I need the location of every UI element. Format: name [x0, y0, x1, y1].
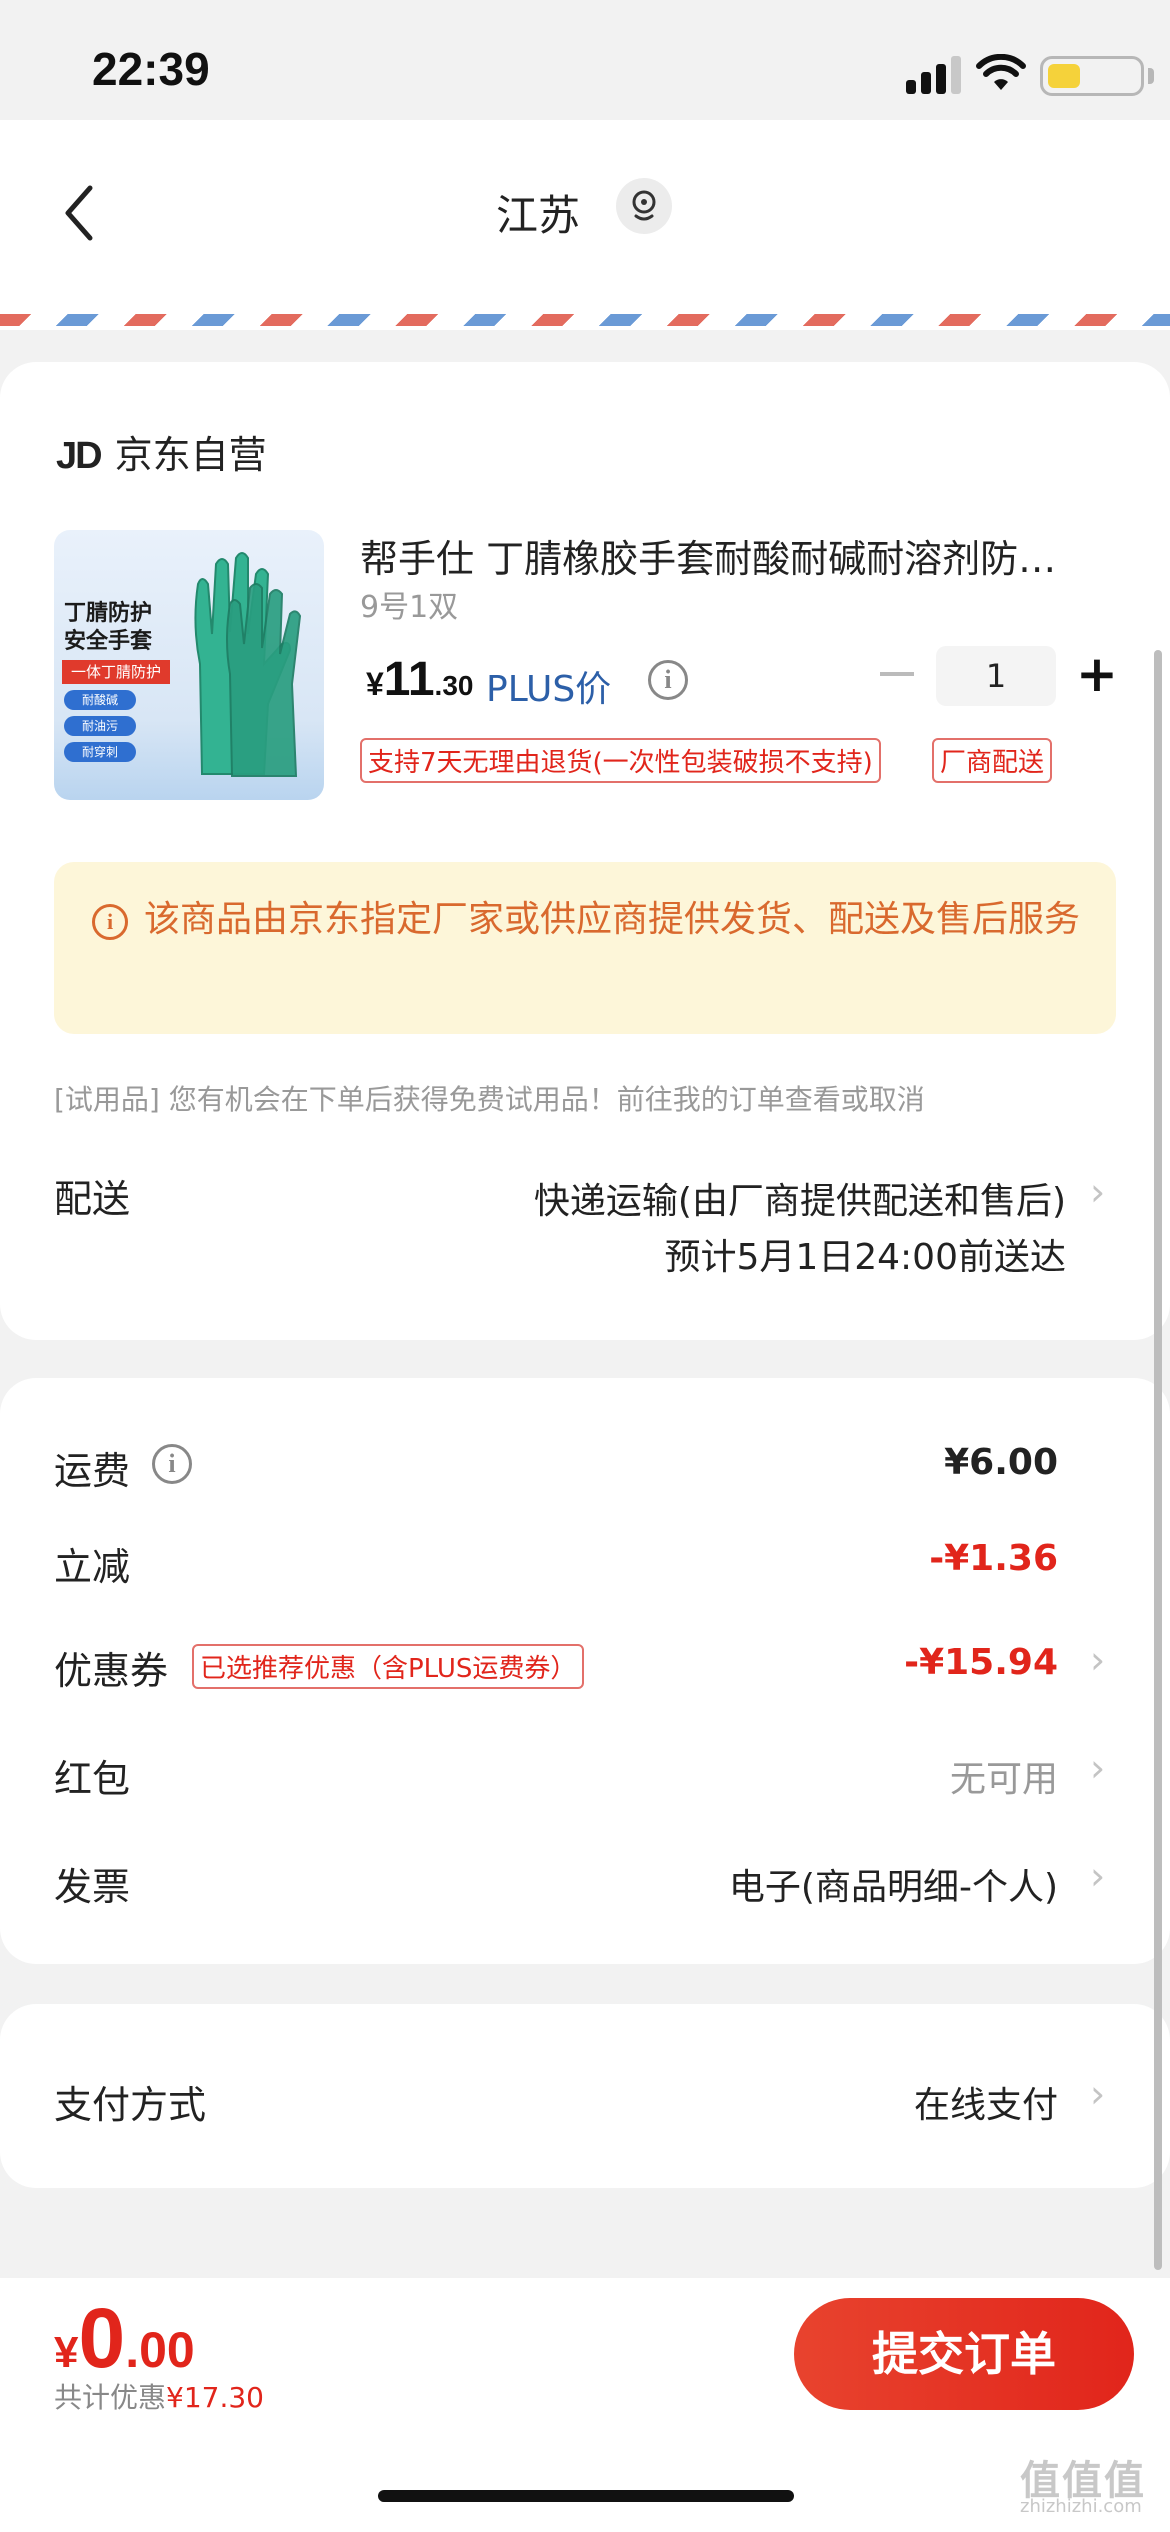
- payment-method-value[interactable]: 在线支付: [700, 2076, 1058, 2128]
- jd-logo: JD: [56, 435, 103, 477]
- coupon-value[interactable]: -¥15.94: [700, 1642, 1058, 1683]
- battery-icon: [1040, 56, 1144, 96]
- payment-method-label: 支付方式: [54, 2083, 207, 2127]
- product-image-feature-1: 耐酸碱: [64, 690, 136, 710]
- wifi-icon: [976, 54, 1026, 90]
- product-spec: 9号1双: [360, 590, 459, 625]
- quantity-input[interactable]: 1: [936, 646, 1056, 706]
- shop-name[interactable]: JD 京东自营: [56, 424, 267, 479]
- payment-chevron-icon[interactable]: ›: [1090, 2072, 1105, 2116]
- product-image-feature-3: 耐穿刺: [64, 742, 136, 762]
- battery-cap: [1148, 68, 1154, 84]
- invoice-chevron-icon[interactable]: ›: [1090, 1854, 1105, 1898]
- product-image-headline: 丁腈防护 安全手套: [64, 601, 153, 654]
- return-policy-tag: 支持7天无理由退货(一次性包装破损不支持): [360, 738, 881, 783]
- red-packet-label: 红包: [54, 1757, 131, 1801]
- product-title[interactable]: 帮手仕 丁腈橡胶手套耐酸耐碱耐溶剂防…: [360, 528, 1100, 583]
- scrollbar[interactable]: [1154, 650, 1162, 2270]
- quantity-decrease-button[interactable]: [880, 672, 914, 676]
- plus-price-label: PLUS价: [486, 669, 612, 710]
- trial-product-note[interactable]: [试用品] 您有机会在下单后获得免费试用品！前往我的订单查看或取消: [54, 1078, 925, 1118]
- airmail-stripe: [0, 314, 1170, 326]
- glove-illustration: [194, 552, 302, 777]
- vendor-delivery-tag: 厂商配送: [932, 738, 1053, 783]
- discount-label: 立减: [54, 1545, 131, 1589]
- shipping-info-icon[interactable]: i: [152, 1444, 192, 1484]
- submit-order-button[interactable]: 提交订单: [794, 2298, 1134, 2410]
- location-title[interactable]: 江苏: [496, 182, 580, 243]
- quantity-increase-button[interactable]: +: [1076, 644, 1118, 704]
- delivery-eta: 预计5月1日24:00前送达: [664, 1237, 1066, 1278]
- delivery-method[interactable]: 快递运输(由厂商提供配送和售后): [340, 1172, 1066, 1224]
- coupon-chevron-icon[interactable]: ›: [1090, 1638, 1105, 1682]
- product-image-banner: 一体丁腈防护: [62, 660, 170, 684]
- location-pin-icon[interactable]: [616, 178, 672, 234]
- coupon-label: 优惠券: [54, 1649, 169, 1693]
- product-image-feature-2: 耐油污: [64, 716, 136, 736]
- cellular-signal-icon: [906, 56, 962, 94]
- total-price: ¥0.00: [54, 2291, 195, 2385]
- shop-label: 京东自营: [114, 433, 267, 477]
- invoice-value[interactable]: 电子(商品明细-个人): [560, 1858, 1058, 1910]
- shipping-fee-label: 运费: [54, 1449, 131, 1493]
- watermark-url: zhizhizhi.com: [1020, 2496, 1142, 2517]
- invoice-label: 发票: [54, 1865, 131, 1909]
- discount-value: -¥1.36: [929, 1538, 1058, 1579]
- product-price: ¥11.30: [366, 653, 474, 706]
- product-image[interactable]: 丁腈防护 安全手套 一体丁腈防护 耐酸碱 耐油污 耐穿刺: [54, 530, 324, 800]
- address-card-edge: [0, 290, 1170, 314]
- notice-info-icon: i: [92, 904, 128, 940]
- vendor-notice-box: [54, 862, 1116, 1034]
- red-packet-chevron-icon[interactable]: ›: [1090, 1746, 1105, 1790]
- shipping-fee-value: ¥6.00: [944, 1442, 1058, 1483]
- total-savings: 共计优惠¥17.30: [54, 2381, 264, 2414]
- vendor-notice-text: 该商品由京东指定厂家或供应商提供发货、配送及售后服务: [144, 899, 1081, 940]
- price-info-icon[interactable]: i: [648, 660, 688, 700]
- red-packet-value[interactable]: 无可用: [700, 1750, 1058, 1802]
- coupon-recommend-tag: 已选推荐优惠（含PLUS运费券）: [192, 1644, 585, 1689]
- status-time: 22:39: [92, 43, 210, 95]
- back-arrow-icon[interactable]: [56, 178, 106, 248]
- home-indicator[interactable]: [378, 2490, 794, 2502]
- delivery-label: 配送: [54, 1177, 131, 1221]
- delivery-chevron-icon[interactable]: ›: [1090, 1170, 1105, 1214]
